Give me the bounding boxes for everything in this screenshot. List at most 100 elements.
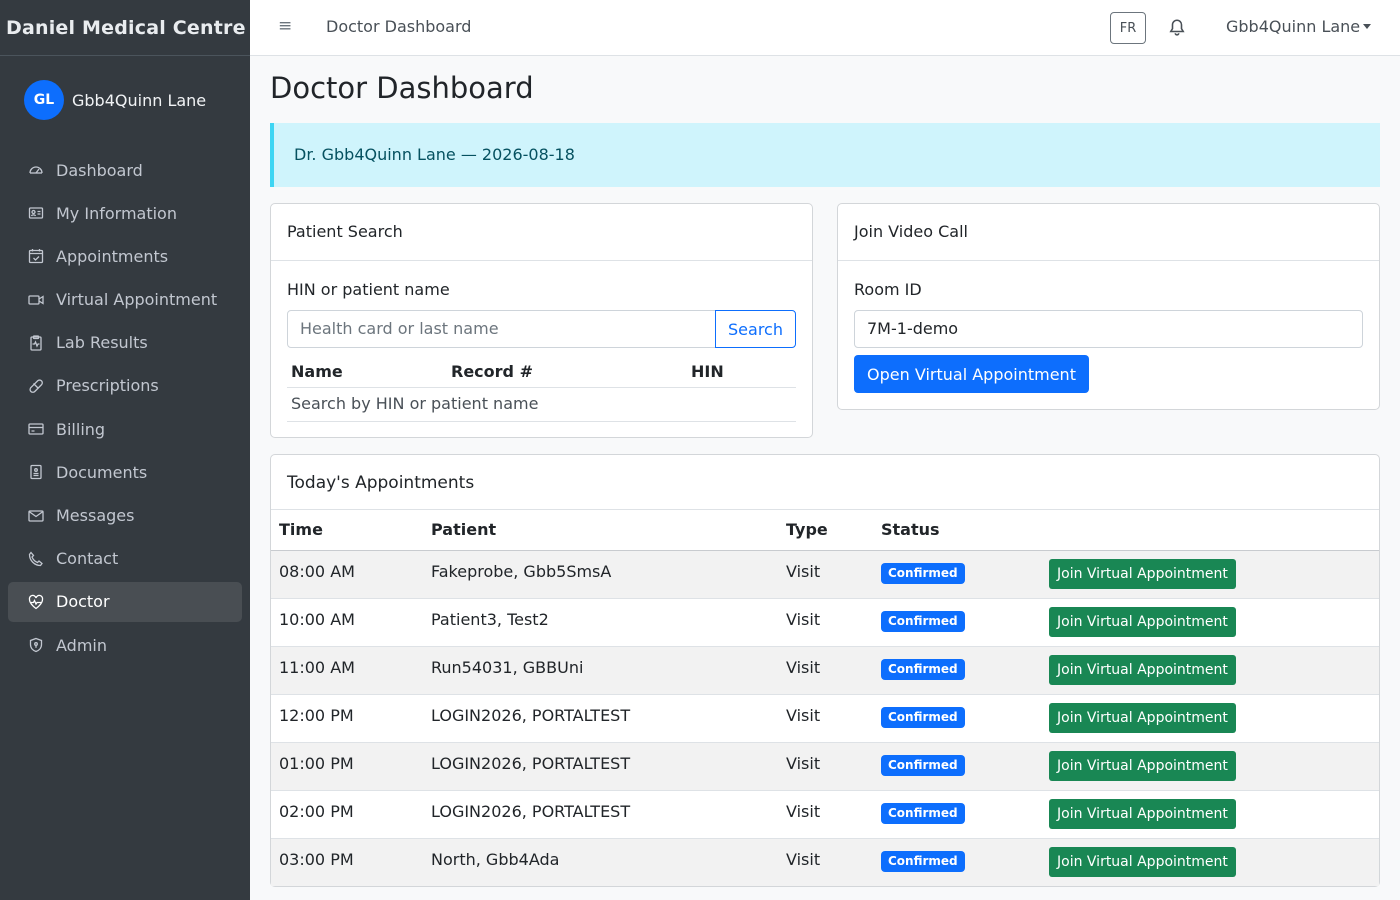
table-row: 12:00 PM LOGIN2026, PORTALTEST Visit Con… [271,693,1379,742]
sidebar-item-label: Billing [56,419,106,439]
appointment-patient: LOGIN2026, PORTALTEST [423,693,778,742]
clipboard-pulse-icon [27,334,45,352]
sidebar-item-dashboard[interactable]: Dashboard [8,150,242,190]
appointment-action-cell: Join Virtual Appointment [1041,645,1379,694]
join-virtual-appointment-button[interactable]: Join Virtual Appointment [1049,846,1236,877]
phone-icon [27,550,45,568]
column-header-type: Type [778,510,873,551]
search-button[interactable]: Search [715,310,796,348]
hin-label: HIN or patient name [287,280,450,299]
envelope-icon [27,507,45,525]
sidebar-item-label: Admin [56,635,107,655]
table-row: 08:00 AM Fakeprobe, Gbb5SmsA Visit Confi… [271,549,1379,598]
table-header: Name Record # HIN [287,350,796,388]
column-header-action [1041,510,1379,551]
sidebar-item-label: Dashboard [56,160,143,180]
join-virtual-appointment-button[interactable]: Join Virtual Appointment [1049,798,1236,829]
sidebar-item-billing[interactable]: Billing [8,409,242,449]
join-virtual-appointment-button[interactable]: Join Virtual Appointment [1049,654,1236,685]
page-title: Doctor Dashboard [270,71,534,105]
join-virtual-appointment-button[interactable]: Join Virtual Appointment [1049,702,1236,733]
capsule-icon [27,377,45,395]
patient-results-table: Name Record # HIN Search by HIN or patie… [287,350,796,422]
patient-search-card: Patient Search HIN or patient name Healt… [270,203,813,438]
heart-pulse-icon [27,593,45,611]
room-id-label: Room ID [854,280,922,299]
appointment-patient: Patient3, Test2 [423,597,778,646]
notifications-bell-icon[interactable] [1168,18,1186,40]
card-title: Join Video Call [838,204,1379,261]
file-icon [27,463,45,481]
column-header-time: Time [271,510,423,551]
speedometer-icon [27,161,45,179]
appointment-action-cell: Join Virtual Appointment [1041,837,1379,886]
shield-icon [27,636,45,654]
patient-search-input[interactable]: Health card or last name [287,310,716,348]
join-virtual-appointment-button[interactable]: Join Virtual Appointment [1049,558,1236,589]
appointment-time: 12:00 PM [271,693,423,742]
sidebar-item-contact[interactable]: Contact [8,539,242,579]
appointment-time: 03:00 PM [271,837,423,886]
appointments-table: Time Patient Type Status 08:00 AM Fakepr… [271,510,1379,886]
empty-results-message: Search by HIN or patient name [287,388,796,422]
sidebar-item-messages[interactable]: Messages [8,496,242,536]
sidebar-item-label: Virtual Appointment [56,290,218,310]
card-title: Today's Appointments [271,455,1379,510]
brand-name: Daniel Medical Centre [6,16,246,39]
table-row: 10:00 AM Patient3, Test2 Visit Confirmed… [271,597,1379,646]
caret-down-icon [1363,24,1372,29]
status-badge: Confirmed [881,850,965,872]
table-header-row: Time Patient Type Status [271,510,1379,551]
appointment-type: Visit [778,837,873,886]
appointment-type: Visit [778,693,873,742]
appointment-status-cell: Confirmed [873,549,1041,598]
appointment-type: Visit [778,645,873,694]
join-virtual-appointment-button[interactable]: Join Virtual Appointment [1049,606,1236,637]
appointment-status-cell: Confirmed [873,741,1041,790]
status-badge: Confirmed [881,754,965,776]
sidebar-item-appointments[interactable]: Appointments [8,236,242,276]
user-menu-label: Gbb4Quinn Lane [1226,17,1361,36]
status-badge: Confirmed [881,706,965,728]
open-virtual-appointment-button[interactable]: Open Virtual Appointment [854,355,1089,393]
sidebar-item-prescriptions[interactable]: Prescriptions [8,366,242,406]
column-header-name: Name [291,362,343,381]
camera-video-icon [27,291,45,309]
join-video-call-card: Join Video Call Room ID 7M-1-demo Open V… [837,203,1380,410]
table-row: 11:00 AM Run54031, GBBUni Visit Confirme… [271,645,1379,694]
sidebar-item-admin[interactable]: Admin [8,625,242,665]
appointment-status-cell: Confirmed [873,645,1041,694]
language-toggle-button[interactable]: FR [1110,12,1146,44]
column-header-hin: HIN [691,362,724,381]
card-title: Patient Search [271,204,812,261]
appointment-status-cell: Confirmed [873,789,1041,838]
sidebar: Daniel Medical Centre GL Gbb4Quinn Lane … [0,0,250,900]
sidebar-nav: Dashboard My Information Appointments Vi… [0,150,250,665]
room-id-input[interactable]: 7M-1-demo [854,310,1363,348]
hamburger-menu-icon[interactable]: ≡ [278,16,292,36]
sidebar-item-documents[interactable]: Documents [8,452,242,492]
appointment-type: Visit [778,549,873,598]
appointment-patient: LOGIN2026, PORTALTEST [423,789,778,838]
sidebar-item-doctor[interactable]: Doctor [8,581,242,622]
status-badge: Confirmed [881,658,965,680]
status-badge: Confirmed [881,562,965,584]
sidebar-item-virtual-appointment[interactable]: Virtual Appointment [8,280,242,320]
appointment-patient: LOGIN2026, PORTALTEST [423,741,778,790]
sidebar-item-label: Doctor [56,592,110,612]
sidebar-item-label: Contact [56,549,119,569]
id-card-icon [27,204,45,222]
table-row: 02:00 PM LOGIN2026, PORTALTEST Visit Con… [271,789,1379,838]
sidebar-item-label: Documents [56,462,148,482]
appointment-patient: Fakeprobe, Gbb5SmsA [423,549,778,598]
appointment-status-cell: Confirmed [873,597,1041,646]
join-virtual-appointment-button[interactable]: Join Virtual Appointment [1049,750,1236,781]
user-menu-dropdown[interactable]: Gbb4Quinn Lane [1226,17,1372,36]
table-row: 03:00 PM North, Gbb4Ada Visit Confirmed … [271,837,1379,886]
sidebar-item-my-information[interactable]: My Information [8,193,242,233]
appointment-action-cell: Join Virtual Appointment [1041,741,1379,790]
brand[interactable]: Daniel Medical Centre [0,0,250,56]
user-panel[interactable]: GL Gbb4Quinn Lane [0,56,250,144]
sidebar-item-lab-results[interactable]: Lab Results [8,323,242,363]
appointment-action-cell: Join Virtual Appointment [1041,789,1379,838]
